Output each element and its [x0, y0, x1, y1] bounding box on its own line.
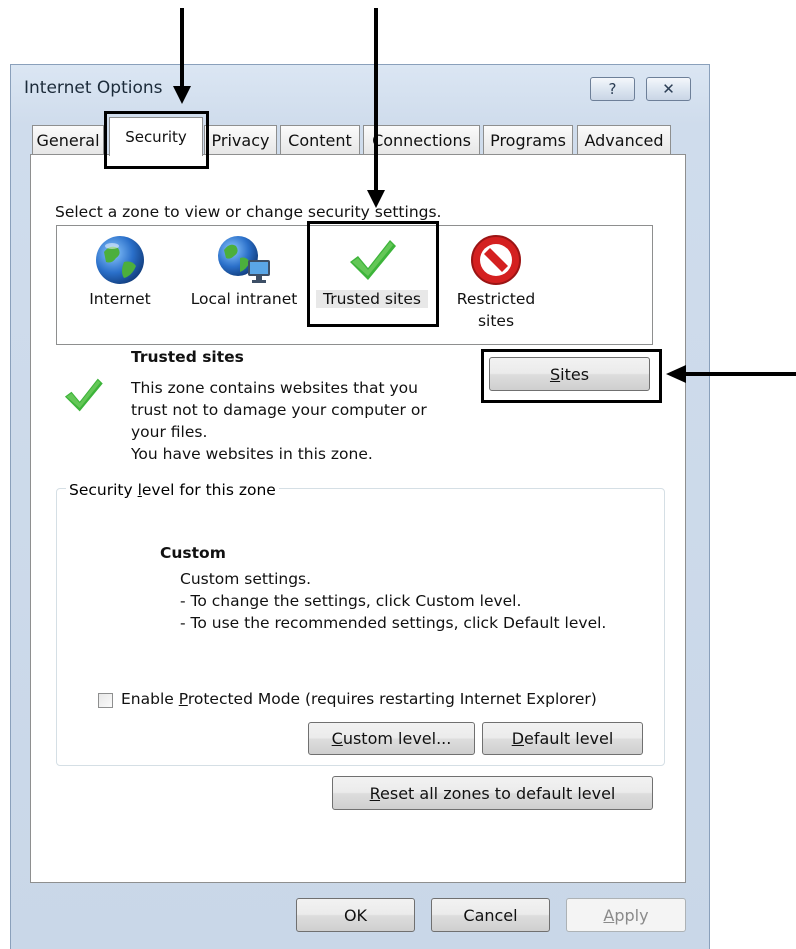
- security-level-group-title: Security level for this zone: [66, 481, 279, 499]
- apply-button-label: Apply: [603, 905, 649, 925]
- arrow-left-icon: [666, 365, 686, 383]
- zone-local-intranet[interactable]: Local intranet: [186, 232, 302, 332]
- arrow-to-trusted-sites-shaft: [374, 8, 378, 194]
- zone-internet-label: Internet: [89, 290, 151, 308]
- highlight-sites-button: [481, 349, 662, 403]
- zone-restricted-sites-label-line2: sites: [477, 312, 515, 330]
- globe-icon: [96, 236, 144, 284]
- selected-zone-desc-line2: trust not to damage your computer or: [131, 401, 427, 419]
- tab-general[interactable]: General: [32, 125, 104, 155]
- close-icon: ✕: [662, 80, 675, 98]
- globe-network-icon: [218, 236, 270, 283]
- tab-privacy[interactable]: Privacy: [204, 125, 277, 155]
- default-level-button[interactable]: Default level: [482, 722, 643, 755]
- zone-restricted-sites[interactable]: Restricted sites: [446, 232, 546, 336]
- dialog-title: Internet Options: [24, 78, 163, 98]
- default-level-button-label: Default level: [511, 729, 614, 748]
- reset-all-zones-button[interactable]: Reset all zones to default level: [332, 776, 653, 810]
- no-entry-icon: [471, 235, 521, 285]
- arrow-to-sites-button-shaft: [684, 372, 796, 376]
- apply-button[interactable]: Apply: [566, 898, 686, 932]
- selected-zone-desc-line3: your files.: [131, 423, 208, 441]
- tab-programs[interactable]: Programs: [483, 125, 573, 155]
- protected-mode-label: Enable Protected Mode (requires restarti…: [121, 690, 597, 708]
- arrow-down-icon: [367, 190, 385, 208]
- arrow-down-icon: [173, 86, 191, 104]
- highlight-trusted-sites: [307, 221, 439, 327]
- help-button[interactable]: ?: [590, 77, 635, 101]
- tab-content[interactable]: Content: [280, 125, 360, 155]
- tab-advanced[interactable]: Advanced: [577, 125, 671, 155]
- tab-connections[interactable]: Connections: [363, 125, 480, 155]
- arrow-to-security-tab-shaft: [180, 8, 184, 90]
- cancel-button[interactable]: Cancel: [431, 898, 550, 932]
- custom-level-button[interactable]: Custom level...: [308, 722, 475, 755]
- custom-level-title: Custom: [160, 544, 226, 562]
- selected-zone-desc-line1: This zone contains websites that you: [131, 379, 418, 397]
- highlight-security-tab: [104, 111, 209, 169]
- help-icon: ?: [608, 80, 617, 98]
- zone-restricted-sites-label-line1: Restricted: [456, 290, 536, 308]
- protected-mode-checkbox[interactable]: [98, 693, 113, 708]
- selected-zone-desc-line4: You have websites in this zone.: [131, 445, 373, 463]
- ok-button[interactable]: OK: [296, 898, 415, 932]
- custom-level-line2: - To change the settings, click Custom l…: [180, 592, 522, 610]
- custom-level-line1: Custom settings.: [180, 570, 312, 588]
- zone-local-intranet-label: Local intranet: [190, 290, 298, 308]
- custom-level-button-label: Custom level...: [331, 729, 452, 748]
- close-button[interactable]: ✕: [646, 77, 691, 101]
- zone-internet[interactable]: Internet: [70, 232, 170, 332]
- selected-zone-title: Trusted sites: [131, 348, 244, 366]
- trusted-sites-checkmark-icon: [64, 378, 103, 412]
- custom-level-line3: - To use the recommended settings, click…: [180, 614, 607, 632]
- reset-all-zones-button-label: Reset all zones to default level: [369, 783, 616, 803]
